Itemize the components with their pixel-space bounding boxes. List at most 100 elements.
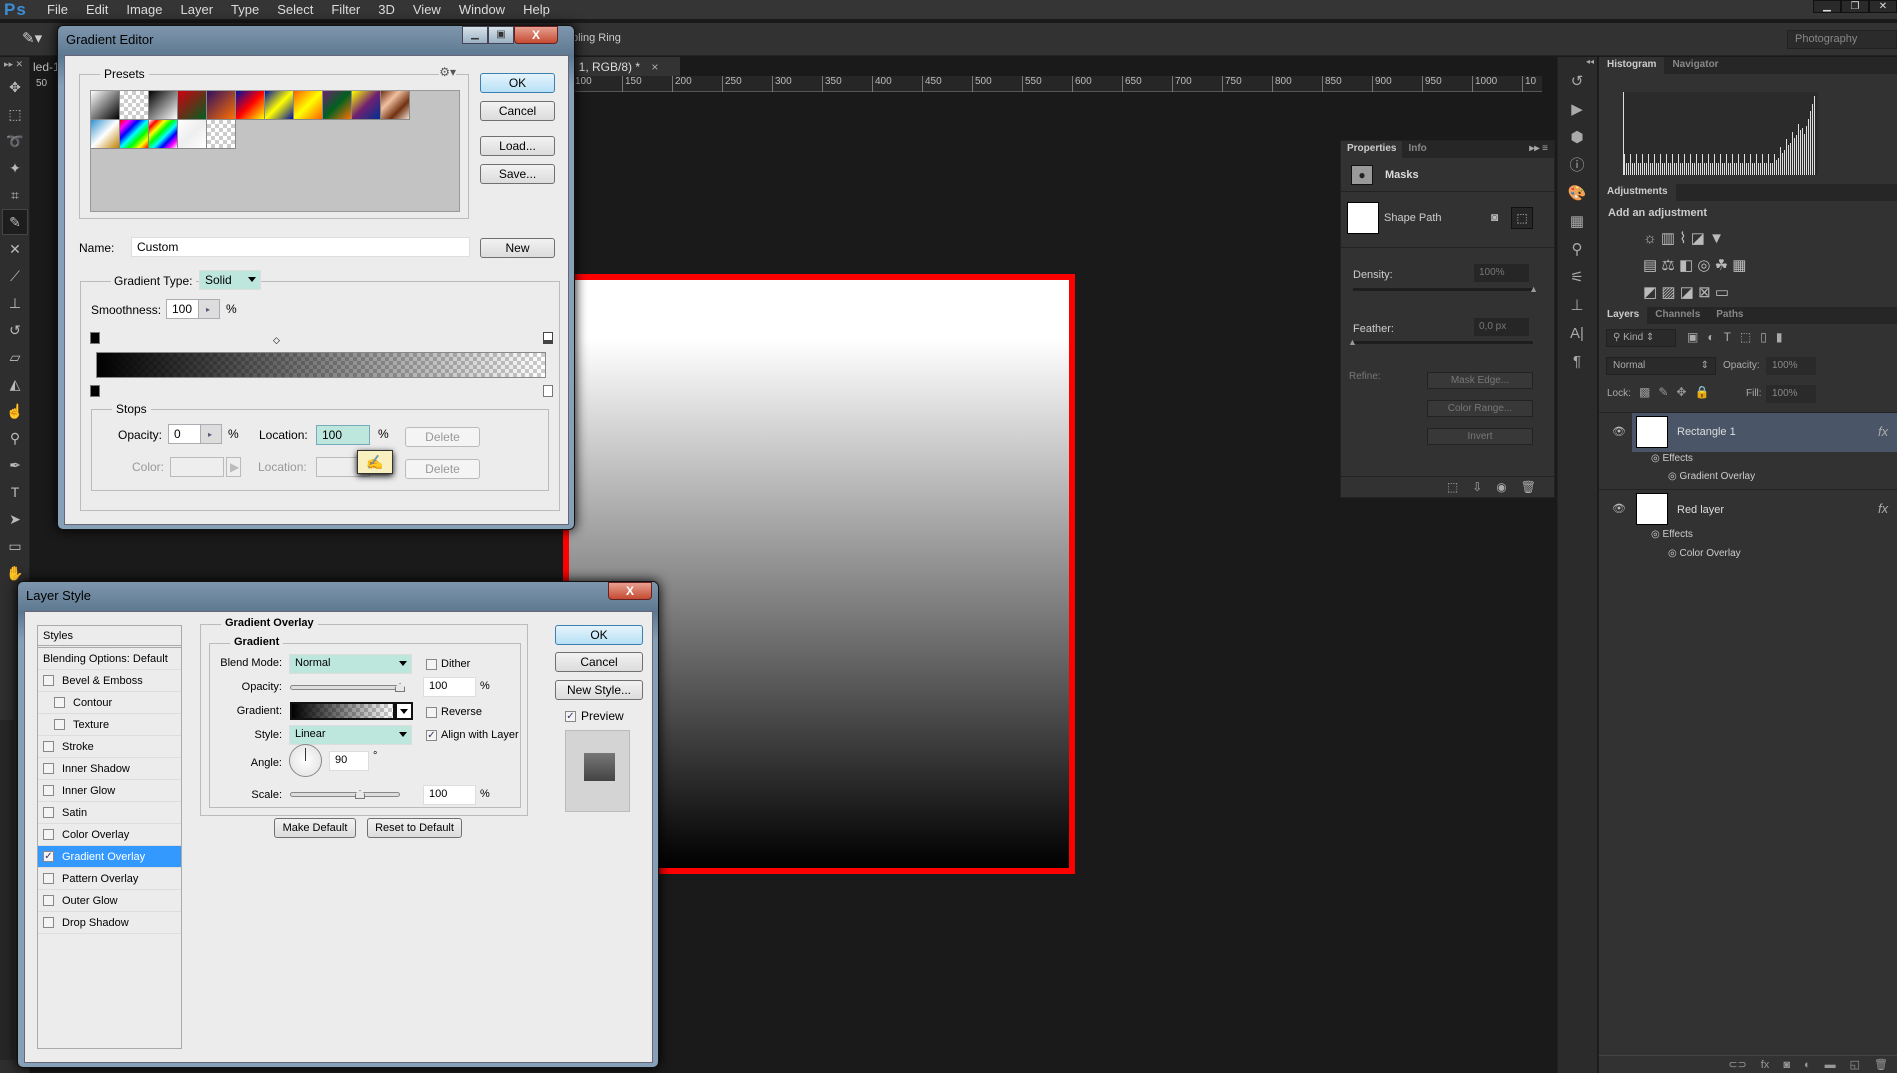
opacity-knob[interactable] <box>395 683 405 692</box>
stop-opacity-field[interactable]: 0 <box>168 424 201 444</box>
new-layer-icon[interactable]: ◱ <box>1850 1058 1860 1071</box>
apply-mask-icon[interactable]: ⇩ <box>1472 480 1482 494</box>
tab-properties[interactable]: Properties <box>1341 141 1403 158</box>
feather-field[interactable]: 0,0 px <box>1474 318 1529 336</box>
opacity-field[interactable]: 100% <box>1766 357 1816 375</box>
panel-menu-icon[interactable]: ▸▸ ≡ <box>1523 141 1554 158</box>
visibility-eye-icon[interactable]: 👁 <box>1612 502 1626 515</box>
close-icon[interactable]: ✕ <box>1869 0 1897 13</box>
gradient-preset[interactable] <box>178 120 207 149</box>
rectangle-icon[interactable]: ▭ <box>2 533 28 559</box>
move-icon[interactable]: ✥ <box>2 74 28 100</box>
stamp-icon[interactable]: ⊥ <box>2 290 28 316</box>
menu-view[interactable]: View <box>404 2 450 17</box>
midpoint-diamond[interactable]: ◇ <box>273 335 280 346</box>
style-item-texture[interactable]: Texture <box>38 714 181 736</box>
minimize-icon[interactable]: ▁ <box>462 26 488 44</box>
gradient-preset[interactable] <box>149 120 178 149</box>
filter-kind-select[interactable]: ⚲ Kind ⇕ <box>1606 329 1676 347</box>
hue-sat-icon[interactable]: ▤ <box>1643 257 1657 274</box>
swatches-icon[interactable]: ▦ <box>1562 209 1592 235</box>
delete-layer-icon[interactable]: 🗑 <box>1874 1058 1888 1071</box>
blend-mode-select[interactable]: Normal ⇕ <box>1606 357 1716 375</box>
blending-options[interactable]: Blending Options: Default <box>38 648 181 670</box>
style-item-color-overlay[interactable]: Color Overlay <box>38 824 181 846</box>
scale-field[interactable]: 100 <box>423 785 476 805</box>
stop-location-field[interactable]: 100 <box>316 425 370 445</box>
path-select-icon[interactable]: ➤ <box>2 506 28 532</box>
pen-icon[interactable]: ✒ <box>2 452 28 478</box>
menu-filter[interactable]: Filter <box>322 2 369 17</box>
menu-file[interactable]: File <box>38 2 77 17</box>
tab-paths[interactable]: Paths <box>1708 307 1751 324</box>
color-range-button[interactable]: Color Range... <box>1427 400 1533 417</box>
history-icon[interactable]: ↺ <box>1562 69 1592 95</box>
tab-info[interactable]: Info <box>1402 141 1432 158</box>
style-select[interactable]: Linear <box>289 725 412 745</box>
fx-icon[interactable]: fx <box>1878 501 1888 516</box>
smoothness-stepper[interactable]: ▸ <box>198 299 220 319</box>
3d-icon[interactable]: ⬢ <box>1562 125 1592 151</box>
eraser-icon[interactable]: ▱ <box>2 344 28 370</box>
gradient-preset[interactable] <box>120 91 149 120</box>
checkbox[interactable] <box>43 895 54 906</box>
ok-button[interactable]: OK <box>480 73 555 93</box>
new-button[interactable]: New <box>480 238 555 258</box>
style-item-bevel-emboss[interactable]: Bevel & Emboss <box>38 670 181 692</box>
sampling-ring-label[interactable]: pling Ring <box>572 32 621 44</box>
lock-icons[interactable]: ▩✎✥🔒 <box>1639 385 1717 399</box>
scale-slider[interactable] <box>290 790 400 799</box>
healing-icon[interactable]: ✕ <box>2 236 28 262</box>
reverse-checkbox[interactable]: Reverse <box>426 706 482 718</box>
gradient-preset[interactable] <box>207 120 236 149</box>
style-item-satin[interactable]: Satin <box>38 802 181 824</box>
collapse-icon[interactable]: ◂◂ <box>1558 57 1597 67</box>
style-item-drop-shadow[interactable]: Drop Shadow <box>38 912 181 934</box>
crop-icon[interactable]: ⌗ <box>2 182 28 208</box>
checkbox[interactable] <box>43 785 54 796</box>
magic-wand-icon[interactable]: ✦ <box>2 155 28 181</box>
gradient-preset[interactable] <box>352 91 381 120</box>
clone-source-icon[interactable]: ⊥ <box>1562 293 1592 319</box>
gradient-preset[interactable] <box>91 120 120 149</box>
workspace-switcher[interactable]: Photography <box>1787 30 1897 49</box>
checkbox[interactable]: ✓ <box>43 851 54 862</box>
menu-help[interactable]: Help <box>514 2 559 17</box>
menu-3d[interactable]: 3D <box>369 2 404 17</box>
doc-tab-partial[interactable]: led-1 <box>33 60 60 74</box>
style-item-stroke[interactable]: Stroke <box>38 736 181 758</box>
eyedropper-preset-icon[interactable]: ✎▾ <box>22 29 42 47</box>
checkbox[interactable] <box>43 807 54 818</box>
checkbox[interactable] <box>54 719 65 730</box>
curves-icon[interactable]: ⌇ <box>1679 230 1686 247</box>
type-icon[interactable]: T <box>2 479 28 505</box>
density-field[interactable]: 100% <box>1474 264 1529 282</box>
tab-histogram[interactable]: Histogram <box>1599 57 1665 74</box>
styles-header[interactable]: Styles <box>38 626 181 648</box>
effect-color-overlay[interactable]: ◎ Color Overlay <box>1668 548 1741 559</box>
character-icon[interactable]: A| <box>1562 321 1592 347</box>
load-button[interactable]: Load... <box>480 136 555 156</box>
gradient-preset[interactable] <box>323 91 352 120</box>
opacity-field[interactable]: 100 <box>423 677 476 697</box>
feather-slider[interactable]: ▲ <box>1348 337 1533 347</box>
menu-window[interactable]: Window <box>450 2 514 17</box>
gradient-preset[interactable] <box>178 91 207 120</box>
checkbox[interactable] <box>43 763 54 774</box>
checkbox[interactable] <box>43 675 54 686</box>
eyedropper-icon[interactable]: ✎ <box>2 209 28 235</box>
checkbox[interactable] <box>43 917 54 928</box>
color-delete-button[interactable]: Delete <box>405 459 480 479</box>
density-slider[interactable]: ▲ <box>1353 284 1538 294</box>
style-item-inner-shadow[interactable]: Inner Shadow <box>38 758 181 780</box>
selective-color-icon[interactable]: ⊠ <box>1698 284 1711 301</box>
invert-button[interactable]: Invert <box>1427 428 1533 445</box>
brush-icon[interactable]: ⚟ <box>1562 265 1592 291</box>
paragraph-icon[interactable]: ¶ <box>1562 349 1592 375</box>
layer-name[interactable]: Red layer <box>1677 504 1724 516</box>
smoothness-field[interactable]: 100 <box>166 299 199 319</box>
gradient-preset[interactable] <box>120 120 149 149</box>
gradient-preset[interactable] <box>265 91 294 120</box>
brush-presets-icon[interactable]: ⚲ <box>1562 237 1592 263</box>
tab-adjustments[interactable]: Adjustments <box>1599 184 1676 201</box>
